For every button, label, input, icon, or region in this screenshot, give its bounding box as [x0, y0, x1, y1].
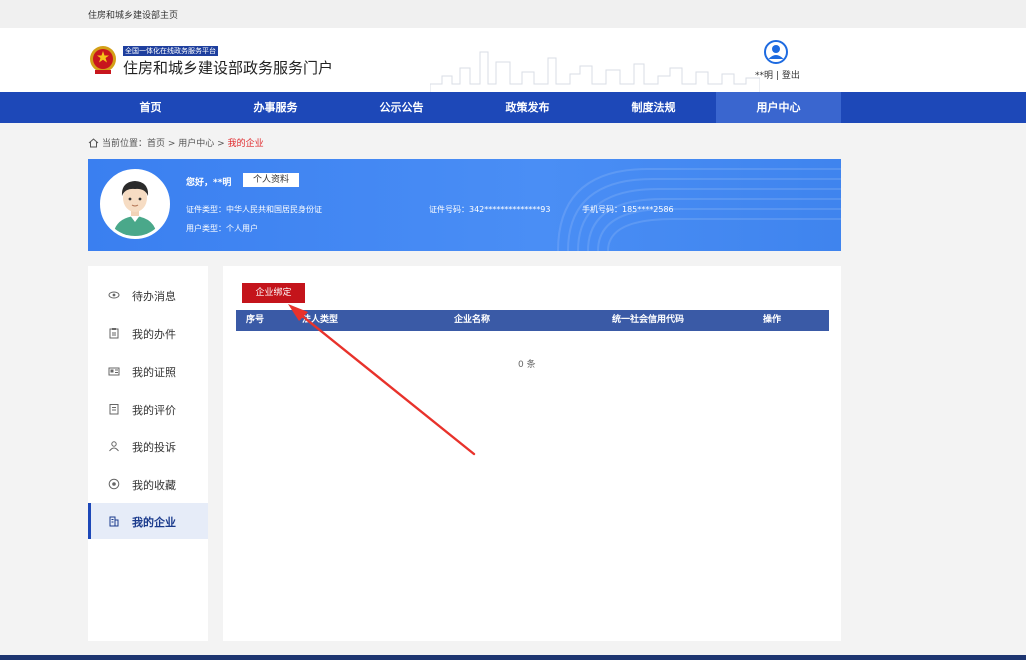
- sidebar-item-label: 我的办件: [132, 328, 176, 341]
- sidebar-item-label: 待办消息: [132, 290, 176, 303]
- sidebar-item-label: 我的证照: [132, 366, 176, 379]
- complaint-icon: [109, 441, 119, 452]
- sidebar-item-cases[interactable]: 我的办件: [88, 315, 208, 351]
- star-icon: [108, 478, 120, 490]
- sidebar-item-label: 我的收藏: [132, 479, 176, 492]
- column-header: 法人类型: [302, 315, 339, 325]
- note-icon: [109, 404, 119, 415]
- skyline-decoration: [430, 51, 760, 92]
- footer-bar: [0, 655, 1026, 660]
- profile-banner: 您好，**明 个人资料 证件类型：中华人民共和国居民身份证 用户类型：个人用户 …: [88, 159, 841, 251]
- separator: |: [775, 71, 779, 81]
- username: **明: [755, 71, 774, 81]
- home-icon: [88, 138, 99, 148]
- eye-icon: [108, 291, 120, 299]
- sidebar-item-licenses[interactable]: 我的证照: [88, 353, 208, 389]
- user-sidebar: 待办消息 我的办件 我的证照 我的评价 我的投诉 我的收藏 我的企业: [88, 266, 208, 641]
- greeting: 您好，**明: [186, 178, 232, 188]
- logout-link[interactable]: 登出: [782, 71, 800, 81]
- sidebar-item-enterprise[interactable]: 我的企业: [88, 503, 208, 539]
- sidebar-item-todo[interactable]: 待办消息: [88, 277, 208, 313]
- portal-title[interactable]: 住房和城乡建设部政务服务门户: [123, 57, 333, 78]
- nav-policies[interactable]: 政策发布: [465, 92, 590, 123]
- id-number: 证件号码：342**************93: [429, 205, 551, 214]
- column-header: 序号: [246, 315, 265, 325]
- person-avatar-icon: [103, 172, 167, 236]
- building-icon: [109, 516, 119, 527]
- main-nav: 首页 办事服务 公示公告 政策发布 制度法规 用户中心: [0, 92, 1026, 123]
- sidebar-item-complaints[interactable]: 我的投诉: [88, 428, 208, 464]
- column-header: 统一社会信用代码: [612, 315, 685, 325]
- table-header: 序号 法人类型 企业名称 统一社会信用代码 操作: [236, 310, 829, 331]
- column-header: 企业名称: [454, 315, 491, 325]
- bind-enterprise-button[interactable]: 企业绑定: [242, 283, 305, 303]
- sidebar-item-label: 我的企业: [132, 516, 176, 529]
- breadcrumb-user-center[interactable]: 用户中心: [178, 139, 214, 149]
- empty-record-count: 0 条: [518, 360, 536, 370]
- sidebar-item-favorites[interactable]: 我的收藏: [88, 466, 208, 502]
- nav-user-center[interactable]: 用户中心: [716, 92, 841, 123]
- nav-home[interactable]: 首页: [88, 92, 213, 123]
- user-links: **明 | 登出: [755, 68, 800, 81]
- breadcrumb: 当前位置：首页 > 用户中心 > 我的企业: [88, 136, 264, 149]
- user-avatar-icon[interactable]: [764, 40, 788, 64]
- sidebar-item-label: 我的投诉: [132, 441, 176, 454]
- column-header: 操作: [763, 315, 782, 325]
- ministry-home-link[interactable]: 住房和城乡建设部主页: [88, 8, 178, 21]
- id-card-icon: [108, 367, 120, 376]
- user-avatar: [100, 169, 170, 239]
- top-bar: 住房和城乡建设部主页: [0, 0, 1026, 28]
- id-type: 证件类型：中华人民共和国居民身份证: [186, 205, 322, 214]
- breadcrumb-current: 我的企业: [227, 139, 264, 149]
- user-type: 用户类型：个人用户: [186, 224, 258, 233]
- profile-button[interactable]: 个人资料: [243, 173, 299, 187]
- nav-services[interactable]: 办事服务: [213, 92, 338, 123]
- platform-badge: 全国一体化在线政务服务平台: [123, 46, 218, 56]
- enterprise-panel: 企业绑定 序号 法人类型 企业名称 统一社会信用代码 操作 0 条: [223, 266, 841, 641]
- nav-regulations[interactable]: 制度法规: [591, 92, 716, 123]
- sidebar-item-ratings[interactable]: 我的评价: [88, 391, 208, 427]
- phone-number: 手机号码：185****2586: [582, 205, 674, 214]
- site-header: 全国一体化在线政务服务平台 住房和城乡建设部政务服务门户 **明 | 登出: [0, 28, 1026, 92]
- breadcrumb-prefix: 当前位置：: [102, 139, 148, 149]
- sidebar-item-label: 我的评价: [132, 404, 176, 417]
- breadcrumb-sep: >: [165, 139, 179, 149]
- clipboard-icon: [109, 328, 119, 339]
- breadcrumb-home[interactable]: 首页: [147, 139, 165, 149]
- nav-notices[interactable]: 公示公告: [339, 92, 464, 123]
- breadcrumb-sep: >: [214, 139, 228, 149]
- national-emblem-icon: [90, 46, 116, 74]
